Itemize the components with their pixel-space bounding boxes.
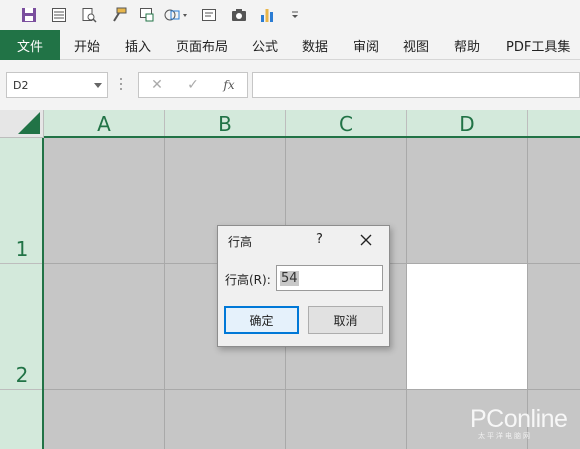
select-all-icon (18, 112, 40, 134)
confirm-entry-icon[interactable]: ✓ (177, 73, 209, 97)
tab-insert[interactable]: 插入 (125, 30, 151, 60)
watermark-logo: PConline (470, 405, 568, 433)
ok-button[interactable]: 确定 (224, 306, 299, 334)
gridline (527, 138, 528, 449)
camera-icon[interactable] (228, 4, 250, 26)
gridline (44, 389, 580, 390)
more-options-icon[interactable] (119, 77, 123, 91)
row-header-3[interactable] (0, 390, 44, 449)
chevron-down-icon[interactable] (94, 83, 102, 88)
row-height-input[interactable]: 54 (276, 265, 383, 291)
text-box-icon[interactable] (198, 4, 220, 26)
column-header-e[interactable] (528, 110, 580, 138)
close-icon[interactable] (358, 232, 374, 248)
name-box[interactable]: D2 (6, 72, 108, 98)
name-box-value: D2 (13, 78, 29, 92)
tab-view[interactable]: 视图 (403, 30, 429, 60)
row-height-label: 行高(R): (225, 273, 271, 287)
ribbon-tabs: 文件 开始 插入 页面布局 公式 数据 审阅 视图 帮助 PDF工具集 (0, 30, 580, 60)
row-height-dialog: 行高 ? 行高(R): 54 确定 取消 (217, 225, 390, 347)
column-header-c[interactable]: C (286, 110, 407, 138)
insert-function-icon[interactable]: fx (213, 73, 245, 97)
tab-data[interactable]: 数据 (302, 30, 328, 60)
customize-icon[interactable] (288, 4, 302, 26)
dialog-title: 行高 (228, 235, 253, 249)
formula-bar: D2 ✕ ✓ fx (0, 60, 580, 110)
tab-formulas[interactable]: 公式 (252, 30, 278, 60)
save-icon[interactable] (18, 4, 40, 26)
column-header-b[interactable]: B (165, 110, 286, 138)
tab-pdf-tools[interactable]: PDF工具集 (506, 30, 570, 60)
tab-page-layout[interactable]: 页面布局 (176, 30, 228, 60)
quick-access-toolbar (0, 0, 580, 30)
format-painter-icon[interactable] (108, 4, 130, 26)
cancel-button[interactable]: 取消 (308, 306, 383, 334)
help-icon[interactable]: ? (316, 232, 323, 247)
select-all-button[interactable] (0, 110, 44, 138)
shapes-icon[interactable] (162, 4, 192, 26)
tab-file[interactable]: 文件 (0, 30, 60, 60)
formula-buttons: ✕ ✓ fx (138, 72, 248, 98)
row-header-1[interactable]: 1 (0, 138, 44, 264)
chart-icon[interactable] (256, 4, 278, 26)
gridline (164, 138, 165, 449)
cancel-entry-icon[interactable]: ✕ (141, 73, 173, 97)
screen-clip-icon[interactable] (136, 4, 158, 26)
form-icon[interactable] (48, 4, 70, 26)
active-cell-d2[interactable] (407, 264, 527, 389)
watermark-tagline: 太平洋电脑网 (478, 432, 532, 440)
column-header-d[interactable]: D (407, 110, 528, 138)
tab-help[interactable]: 帮助 (454, 30, 480, 60)
row-height-value: 54 (280, 270, 299, 286)
tab-home[interactable]: 开始 (74, 30, 100, 60)
row-header-2[interactable]: 2 (0, 264, 44, 390)
column-header-a[interactable]: A (44, 110, 165, 138)
print-preview-icon[interactable] (78, 4, 100, 26)
formula-input[interactable] (252, 72, 580, 98)
tab-review[interactable]: 审阅 (353, 30, 379, 60)
